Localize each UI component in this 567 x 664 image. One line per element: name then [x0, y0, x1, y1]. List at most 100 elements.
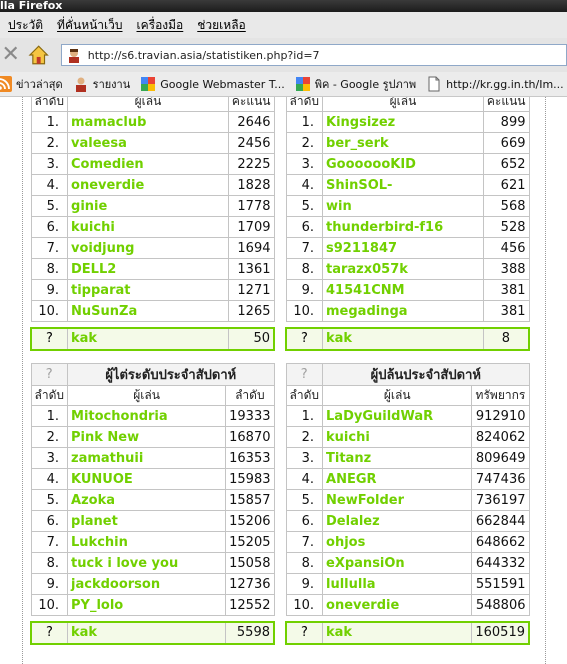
player-link[interactable]: tuck i love you — [67, 552, 227, 574]
bookmark-item[interactable]: รายงาน — [73, 75, 130, 93]
player-link[interactable]: ANEGR — [322, 468, 473, 490]
column-header-player[interactable]: ผู้เล่น — [322, 97, 484, 112]
player-link[interactable]: KUNUOE — [67, 468, 227, 490]
player-link[interactable]: tipparat — [67, 279, 229, 301]
column-header-player[interactable]: ผู้เล่น — [67, 385, 227, 406]
ranking-table-top-left: ลำดับ ผู้เล่น คะแนน 1. mamaclub 2646 2. val… — [30, 97, 275, 351]
column-header-player[interactable]: ผู้เล่น — [322, 385, 473, 406]
player-link[interactable]: voidjung — [67, 237, 229, 259]
player-link[interactable]: planet — [67, 510, 227, 532]
column-header-rank[interactable]: ลำดับ — [285, 97, 324, 112]
player-link[interactable]: tarazx057k — [322, 258, 484, 280]
table-row: 4. KUNUOE 15983 — [30, 468, 275, 490]
value-cell: 1828 — [227, 174, 275, 196]
value-cell: 621 — [482, 174, 530, 196]
column-header-rank[interactable]: ลำดับ — [30, 97, 69, 112]
player-link[interactable]: Kingsizez — [322, 111, 484, 133]
table-row: 2. ber_serk 669 — [285, 132, 530, 154]
player-link[interactable]: Mitochondria — [67, 405, 227, 427]
rank-cell: 7. — [30, 531, 69, 553]
player-link[interactable]: s9211847 — [322, 237, 484, 259]
column-header-value[interactable]: ลำดับ — [225, 385, 275, 406]
table-row: 7. ohjos 648662 — [285, 531, 530, 553]
player-link[interactable]: oneverdie — [67, 174, 229, 196]
player-link[interactable]: DELL2 — [67, 258, 229, 280]
player-link[interactable]: Comedien — [67, 153, 229, 175]
own-player-link[interactable]: kak — [67, 326, 229, 351]
player-link[interactable]: Pink New — [67, 426, 227, 448]
help-icon[interactable]: ? — [30, 363, 69, 386]
column-header-rank[interactable]: ลำดับ — [285, 385, 324, 406]
menu-bar: ประวัติ ที่คั่นหน้าเว็บ เครื่องมือ ช่วยเ… — [0, 12, 567, 38]
bookmark-item[interactable]: พิค - Google รูปภาพ — [295, 75, 416, 93]
bookmark-item[interactable]: ข่าวล่าสุด — [0, 75, 63, 93]
player-link[interactable]: ohjos — [322, 531, 473, 553]
player-link[interactable]: PY_lolo — [67, 594, 227, 616]
rank-cell: 10. — [30, 300, 69, 322]
google-icon — [295, 77, 310, 91]
player-link[interactable]: ShinSOL- — [322, 174, 484, 196]
column-header-value[interactable]: คะแนน — [482, 97, 530, 112]
player-link[interactable]: megadinga — [322, 300, 484, 322]
home-icon[interactable] — [27, 43, 50, 67]
menu-help[interactable]: ช่วยเหลือ — [197, 16, 246, 35]
bookmark-item[interactable]: http://kr.gg.in.th/Im... — [426, 76, 564, 92]
rss-icon — [0, 76, 12, 92]
player-link[interactable]: Azoka — [67, 489, 227, 511]
column-header-value[interactable]: ทรัพยากร — [471, 385, 530, 406]
player-link[interactable]: 41541CNM — [322, 279, 484, 301]
column-header-player[interactable]: ผู้เล่น — [67, 97, 229, 112]
stop-icon[interactable]: ✕ — [0, 44, 21, 66]
table-row: 5. ginie 1778 — [30, 195, 275, 217]
player-link[interactable]: Titanz — [322, 447, 473, 469]
own-rank-cell: ? — [30, 620, 69, 645]
table-row: 3. Comedien 2225 — [30, 153, 275, 175]
help-icon[interactable]: ? — [285, 363, 324, 386]
player-link[interactable]: jackdoorson — [67, 573, 227, 595]
player-link[interactable]: NuSunZa — [67, 300, 229, 322]
player-link[interactable]: zamathuii — [67, 447, 227, 469]
value-cell: 1271 — [227, 279, 275, 301]
player-link[interactable]: oneverdie — [322, 594, 473, 616]
value-cell: 456 — [482, 237, 530, 259]
player-link[interactable]: thunderbird-f16 — [322, 216, 484, 238]
player-link[interactable]: NewFolder — [322, 489, 473, 511]
column-header-rank[interactable]: ลำดับ — [30, 385, 69, 406]
player-link[interactable]: eXpansiOn — [322, 552, 473, 574]
own-player-link[interactable]: kak — [322, 620, 473, 645]
rank-cell: 2. — [285, 426, 324, 448]
player-link[interactable]: kuichi — [322, 426, 473, 448]
own-player-link[interactable]: kak — [67, 620, 227, 645]
player-link[interactable]: valeesa — [67, 132, 229, 154]
value-cell: 2646 — [227, 111, 275, 133]
player-link[interactable]: lullulla — [322, 573, 473, 595]
player-link[interactable]: Delalez — [322, 510, 473, 532]
rank-cell: 10. — [285, 300, 324, 322]
value-cell: 662844 — [471, 510, 530, 532]
rank-cell: 4. — [30, 174, 69, 196]
bookmark-item[interactable]: Google Webmaster T... — [140, 76, 285, 92]
player-link[interactable]: win — [322, 195, 484, 217]
rank-cell: 1. — [30, 405, 69, 427]
own-player-link[interactable]: kak — [322, 326, 484, 351]
column-header-value[interactable]: คะแนน — [227, 97, 275, 112]
menu-history[interactable]: ประวัติ — [8, 16, 43, 35]
player-link[interactable]: Lukchin — [67, 531, 227, 553]
player-link[interactable]: mamaclub — [67, 111, 229, 133]
player-link[interactable]: ginie — [67, 195, 229, 217]
rank-cell: 1. — [285, 405, 324, 427]
menu-bookmarks[interactable]: ที่คั่นหน้าเว็บ — [57, 16, 122, 35]
value-cell: 381 — [482, 279, 530, 301]
table-row: 9. lullulla 551591 — [285, 573, 530, 595]
table-header-row: ลำดับ ผู้เล่น คะแนน — [285, 97, 530, 112]
navigation-toolbar: ✕ http://s6.travian.asia/statistiken.php… — [0, 38, 567, 72]
own-rank-row: ? kak 160519 — [285, 620, 531, 645]
player-link[interactable]: kuichi — [67, 216, 229, 238]
menu-tools[interactable]: เครื่องมือ — [137, 16, 184, 35]
player-link[interactable]: ber_serk — [322, 132, 484, 154]
player-link[interactable]: GooooooKID — [322, 153, 484, 175]
rank-cell: 5. — [285, 195, 324, 217]
value-cell: 644332 — [471, 552, 530, 574]
address-bar[interactable]: http://s6.travian.asia/statistiken.php?i… — [60, 44, 567, 66]
player-link[interactable]: LaDyGuildWaR — [322, 405, 473, 427]
